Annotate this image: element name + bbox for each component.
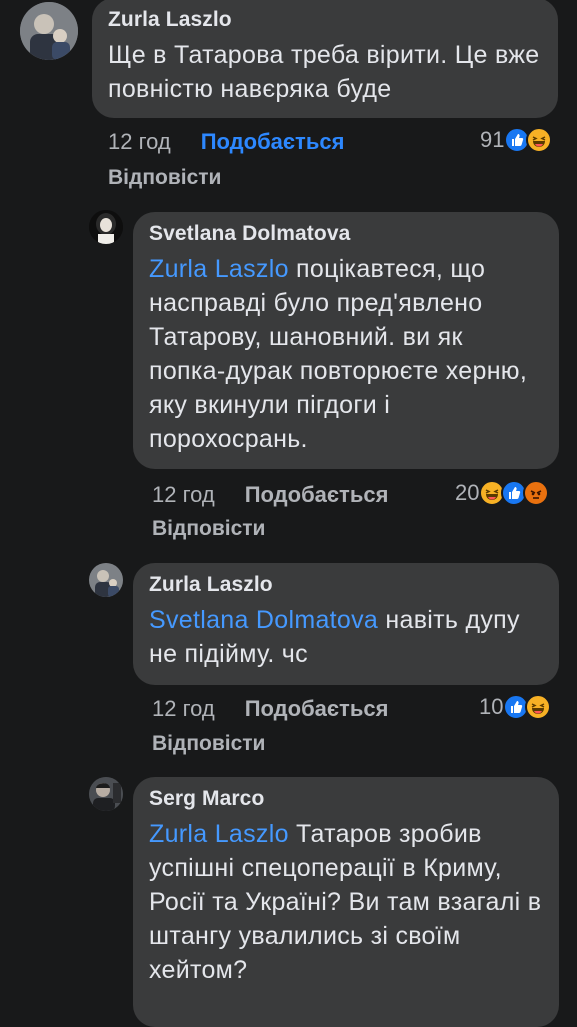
like-button[interactable]: Подобається (245, 696, 389, 722)
reactions-summary[interactable]: 20 (455, 480, 550, 506)
avatar[interactable] (89, 563, 123, 597)
comment-bubble: Zurla Laszlo Svetlana Dolmatova навіть д… (133, 563, 559, 685)
comment-text: Zurla Laszlo Татаров зробив успішні спец… (149, 820, 542, 984)
mention-link[interactable]: Zurla Laszlo (149, 255, 289, 283)
comment-author[interactable]: Zurla Laszlo (149, 573, 543, 597)
reactions-summary[interactable]: 91 (480, 127, 553, 153)
comment-bubble: Svetlana Dolmatova Zurla Laszlo поцікавт… (133, 212, 559, 469)
reaction-count: 10 (479, 694, 504, 719)
reaction-count: 20 (455, 480, 480, 505)
comment-bubble: Serg Marco Zurla Laszlo Татаров зробив у… (133, 777, 559, 1027)
like-button[interactable]: Подобається (201, 129, 345, 155)
avatar[interactable] (89, 777, 123, 811)
mention-link[interactable]: Svetlana Dolmatova (149, 606, 378, 634)
avatar[interactable] (20, 2, 78, 60)
reply-button[interactable]: Відповісти (152, 517, 265, 541)
comment-meta: 12 год Подобається (152, 696, 388, 722)
comment-author[interactable]: Serg Marco (149, 787, 543, 811)
haha-reaction-icon (525, 694, 552, 720)
comment-time[interactable]: 12 год (152, 482, 215, 508)
reply-button[interactable]: Відповісти (152, 732, 265, 756)
haha-reaction-icon (526, 127, 553, 153)
comment-meta: 12 год Подобається (152, 482, 388, 508)
angry-reaction-icon (523, 480, 550, 506)
reaction-count: 91 (480, 127, 505, 152)
reactions-summary[interactable]: 10 (479, 694, 552, 720)
comment-author[interactable]: Svetlana Dolmatova (149, 222, 543, 246)
reply-button[interactable]: Відповісти (108, 166, 221, 190)
avatar[interactable] (89, 210, 123, 244)
comment-author[interactable]: Zurla Laszlo (108, 8, 542, 32)
like-button[interactable]: Подобається (245, 482, 389, 508)
comment-text: Zurla Laszlo поцікавтеся, що насправді б… (149, 255, 528, 453)
comment-text: Svetlana Dolmatova навіть дупу не підійм… (149, 606, 520, 668)
comment-bubble: Zurla Laszlo Ще в Татарова треба вірити.… (92, 0, 558, 118)
comment-time[interactable]: 12 год (108, 129, 171, 155)
mention-link[interactable]: Zurla Laszlo (149, 820, 289, 848)
comment-meta: 12 год Подобається (108, 129, 344, 155)
comment-time[interactable]: 12 год (152, 696, 215, 722)
comment-text: Ще в Татарова треба вірити. Це вже повні… (108, 41, 540, 103)
